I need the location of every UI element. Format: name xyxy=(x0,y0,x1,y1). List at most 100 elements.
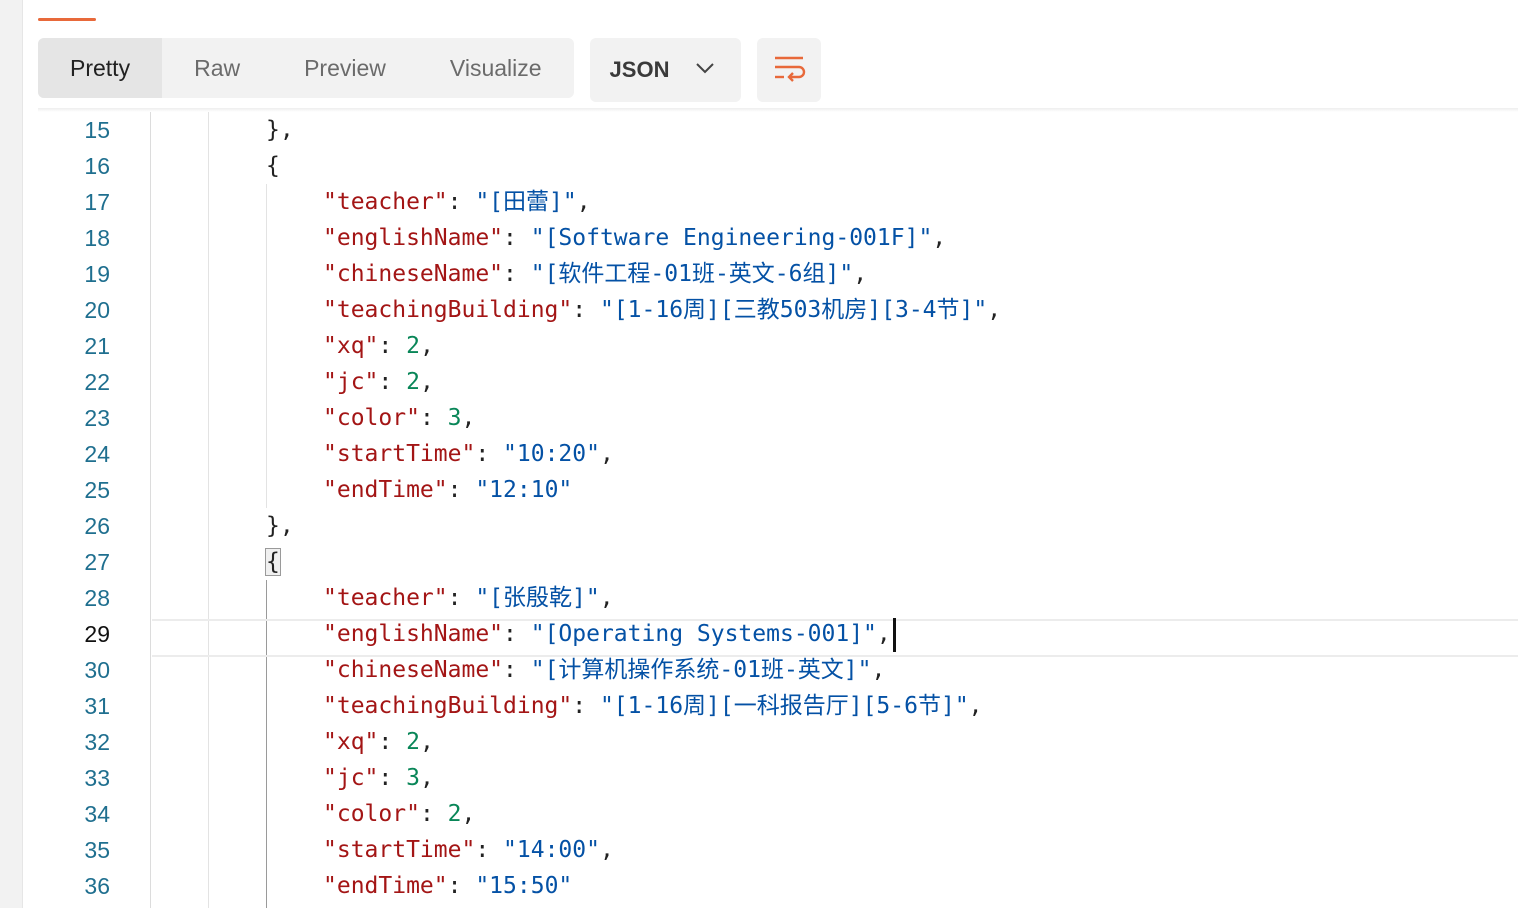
line-number: 27 xyxy=(84,549,110,575)
line-number: 16 xyxy=(84,153,110,179)
colon: : xyxy=(447,585,476,611)
code-text: }, xyxy=(266,112,294,148)
code-line[interactable]: 34 "color": 2, xyxy=(38,796,1518,832)
line-number: 30 xyxy=(84,657,110,683)
code-line[interactable]: 30 "chineseName": "[计算机操作系统-01班-英文]", xyxy=(38,652,1518,688)
code-text: "color": 3, xyxy=(323,400,475,436)
code-text: "startTime": "14:00", xyxy=(323,832,614,868)
code-line[interactable]: 24 "startTime": "10:20", xyxy=(38,436,1518,472)
code-text: "xq": 2, xyxy=(323,328,434,364)
comma: , xyxy=(599,585,614,611)
line-number: 32 xyxy=(84,729,110,755)
colon: : xyxy=(378,765,407,791)
code-text: "color": 2, xyxy=(323,796,475,832)
code-text: "jc": 2, xyxy=(323,364,434,400)
wrap-lines-button[interactable] xyxy=(757,38,822,102)
code-text: "englishName": "[Software Engineering-00… xyxy=(323,220,946,256)
line-number: 31 xyxy=(84,693,110,719)
code-line[interactable]: 19 "chineseName": "[软件工程-01班-英文-6组]", xyxy=(38,256,1518,292)
line-number: 20 xyxy=(84,297,110,323)
json-key: "chineseName" xyxy=(323,261,504,287)
format-label: JSON xyxy=(609,57,670,82)
comma: , xyxy=(419,729,434,755)
colon: : xyxy=(572,693,600,719)
code-line[interactable]: 26}, xyxy=(38,508,1518,544)
code-text: "chineseName": "[软件工程-01班-英文-6组]", xyxy=(323,256,867,292)
code-line[interactable]: 15}, xyxy=(38,112,1518,148)
code-line[interactable]: 21 "xq": 2, xyxy=(38,328,1518,364)
code-line[interactable]: 28 "teacher": "[张殷乾]", xyxy=(38,580,1518,616)
json-key: "teacher" xyxy=(323,189,448,215)
code-text: }, xyxy=(266,508,294,544)
colon: : xyxy=(447,873,476,899)
code-line[interactable]: 27 { xyxy=(38,544,1518,580)
line-number: 28 xyxy=(84,585,110,611)
json-key: "jc" xyxy=(323,369,379,395)
comma: , xyxy=(461,405,476,431)
json-number: 2 xyxy=(406,729,420,755)
code-line[interactable]: 23 "color": 3, xyxy=(38,400,1518,436)
json-key: "xq" xyxy=(323,333,379,359)
colon: : xyxy=(447,477,476,503)
code-line[interactable]: 32 "xq": 2, xyxy=(38,724,1518,760)
colon: : xyxy=(447,189,476,215)
code-line[interactable]: 31 "teachingBuilding": "[1-16周][一科报告厅][5-… xyxy=(38,688,1518,724)
code-line[interactable]: 18 "englishName": "[Software Engineering-… xyxy=(38,220,1518,256)
response-body-editor[interactable]: 15}, 16 {17 "teacher": "[田蕾]", 18 "englishNam… xyxy=(38,112,1518,908)
json-key: "chineseName" xyxy=(323,657,504,683)
code-line[interactable]: 36 "endTime": "15:50" xyxy=(38,868,1518,904)
line-number: 21 xyxy=(84,333,110,359)
comma: , xyxy=(599,837,614,863)
comma: , xyxy=(932,225,947,251)
line-number: 24 xyxy=(84,441,110,467)
code-text: "englishName": "[Operating Systems-001]"… xyxy=(323,616,896,652)
code-text: "startTime": "10:20", xyxy=(323,436,614,472)
json-key: "jc" xyxy=(323,765,379,791)
line-number: 33 xyxy=(84,765,110,791)
format-dropdown[interactable]: JSON xyxy=(589,38,742,102)
line-number: 18 xyxy=(84,225,110,251)
json-key: "xq" xyxy=(323,729,379,755)
json-number: 2 xyxy=(406,369,420,395)
code-line[interactable]: 29 "englishName": "[Operating Systems-001… xyxy=(38,616,1518,652)
comma: , xyxy=(599,441,614,467)
left-sidebar-strip xyxy=(0,0,23,908)
line-number: 34 xyxy=(84,801,110,827)
code-line[interactable]: 20 "teachingBuilding": "[1-16周][三教503机房][… xyxy=(38,292,1518,328)
json-key: "startTime" xyxy=(323,837,476,863)
comma: , xyxy=(876,621,891,647)
tab-raw[interactable]: Raw xyxy=(162,38,272,98)
json-string: "10:20" xyxy=(503,441,600,467)
code-text: "chineseName": "[计算机操作系统-01班-英文]", xyxy=(323,652,885,688)
json-key: "startTime" xyxy=(323,441,476,467)
code-text: "teacher": "[张殷乾]", xyxy=(323,580,614,616)
line-number: 22 xyxy=(84,369,110,395)
code-line[interactable]: 17 "teacher": "[田蕾]", xyxy=(38,184,1518,220)
text-cursor xyxy=(892,617,896,652)
comma: , xyxy=(871,657,886,683)
json-key: "teachingBuilding" xyxy=(323,297,573,323)
response-toolbar: Pretty Raw Preview Visualize JSON xyxy=(38,38,822,102)
tab-preview[interactable]: Preview xyxy=(272,38,418,98)
code-text: "xq": 2, xyxy=(323,724,434,760)
code-line[interactable]: 33 "jc": 3, xyxy=(38,760,1518,796)
comma: , xyxy=(461,801,476,827)
code-text: { xyxy=(266,148,280,184)
code-line[interactable]: 35 "startTime": "14:00", xyxy=(38,832,1518,868)
code-line[interactable]: 25 "endTime": "12:10" xyxy=(38,472,1518,508)
json-number: 3 xyxy=(406,765,420,791)
tab-pretty[interactable]: Pretty xyxy=(38,38,163,98)
code-text: "teachingBuilding": "[1-16周][三教503机房][3-… xyxy=(323,292,1001,328)
chevron-down-icon xyxy=(695,61,715,79)
json-number: 2 xyxy=(447,801,462,827)
comma: , xyxy=(419,765,434,791)
colon: : xyxy=(378,729,407,755)
colon: : xyxy=(503,657,531,683)
json-string: "15:50" xyxy=(475,873,573,899)
colon: : xyxy=(419,801,448,827)
code-line[interactable]: 16 { xyxy=(38,148,1518,184)
colon: : xyxy=(419,405,448,431)
code-line[interactable]: 22 "jc": 2, xyxy=(38,364,1518,400)
colon: : xyxy=(378,369,407,395)
tab-visualize[interactable]: Visualize xyxy=(418,38,574,98)
